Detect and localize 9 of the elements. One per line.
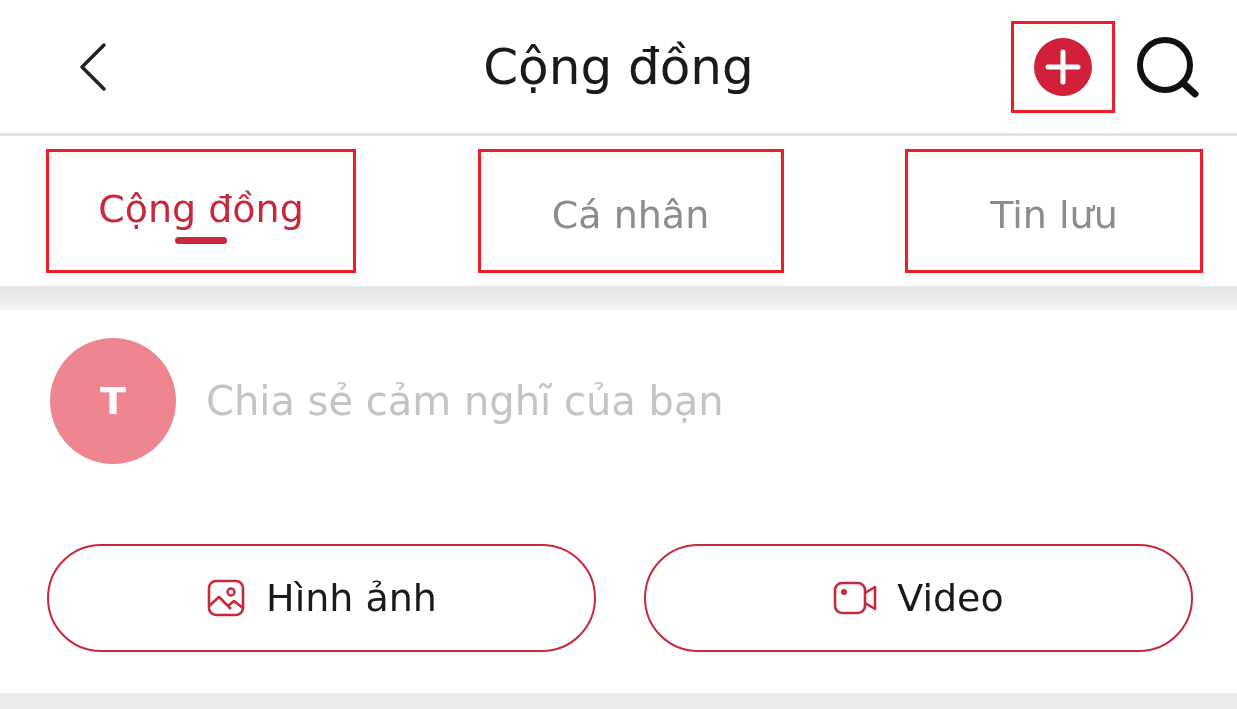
image-icon (206, 578, 247, 618)
tab[interactable]: Tin lưu (990, 185, 1118, 237)
post-input-field[interactable]: Chia sẻ cảm nghĩ của bạn (204, 377, 1197, 425)
page-title: Cộng đồng (483, 37, 754, 96)
avatar: T (50, 338, 176, 464)
image-button[interactable]: Hình ảnh (47, 544, 596, 652)
video-button[interactable]: Video (644, 544, 1193, 652)
add-button[interactable] (1034, 37, 1092, 96)
active-tab-indicator (175, 236, 227, 244)
